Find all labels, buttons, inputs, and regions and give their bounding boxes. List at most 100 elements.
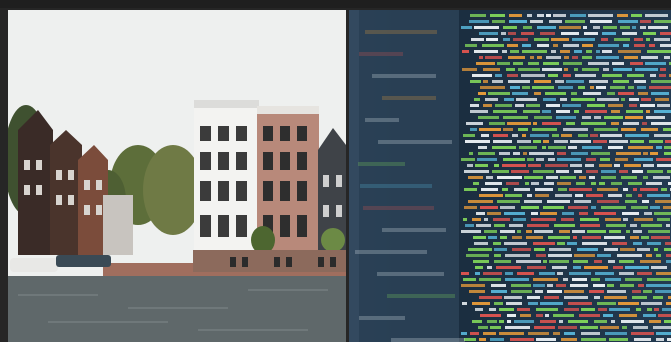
code-token	[493, 218, 510, 221]
code-token	[559, 230, 570, 233]
code-token	[537, 44, 549, 47]
code-token	[555, 80, 564, 83]
code-token	[666, 224, 670, 227]
code-token	[629, 104, 637, 107]
code-token	[656, 272, 671, 275]
code-token	[587, 230, 606, 233]
code-token	[507, 74, 518, 77]
code-token	[632, 170, 643, 173]
code-token	[589, 290, 604, 293]
code-token	[650, 206, 660, 209]
code-token	[524, 176, 543, 179]
code-token	[537, 56, 542, 59]
code-token	[473, 182, 479, 185]
code-token	[630, 236, 639, 239]
code-token	[625, 200, 637, 203]
code-token	[548, 146, 566, 149]
code-token	[626, 110, 643, 113]
code-token	[631, 14, 642, 17]
code-token	[512, 134, 518, 137]
code-token	[475, 272, 480, 275]
code-token	[470, 14, 486, 17]
code-token	[493, 242, 501, 245]
code-token	[478, 146, 487, 149]
code-token	[467, 164, 473, 167]
code-token	[547, 200, 570, 203]
code-token	[494, 164, 499, 167]
code-token	[553, 14, 566, 17]
code-token	[488, 236, 497, 239]
code-token	[580, 224, 600, 227]
code-token	[542, 122, 561, 125]
code-token	[605, 278, 621, 281]
code-token	[635, 68, 658, 71]
code-token	[605, 332, 627, 335]
code-token	[649, 320, 661, 323]
code-token	[579, 314, 600, 317]
code-token	[543, 206, 564, 209]
code-token	[534, 80, 551, 83]
code-token	[524, 200, 542, 203]
code-token	[611, 320, 615, 323]
code-token	[624, 164, 641, 167]
code-token	[532, 86, 554, 89]
code-token	[657, 218, 670, 221]
code-token	[516, 260, 541, 263]
code-token	[573, 260, 588, 263]
code-token	[612, 242, 627, 245]
code-token	[632, 26, 636, 29]
code-token	[513, 62, 523, 65]
code-token	[507, 320, 511, 323]
code-token	[625, 278, 642, 281]
code-token	[547, 290, 562, 293]
code-token	[536, 254, 546, 257]
code-token	[542, 146, 546, 149]
code-token	[666, 260, 671, 263]
code-token	[514, 188, 530, 191]
code-token	[640, 20, 651, 23]
code-token	[487, 320, 497, 323]
code-token	[508, 80, 530, 83]
code-token	[521, 32, 534, 35]
code-token	[609, 230, 621, 233]
code-token	[564, 290, 584, 293]
code-token	[621, 98, 625, 101]
code-token	[519, 146, 537, 149]
code-token	[469, 290, 485, 293]
code-token	[570, 164, 582, 167]
code-token	[476, 212, 485, 215]
code-token	[462, 50, 469, 53]
code-token	[546, 104, 560, 107]
code-token	[535, 188, 553, 191]
code-token	[530, 134, 549, 137]
code-token	[504, 98, 514, 101]
code-token	[631, 332, 654, 335]
code-token	[633, 188, 637, 191]
code-token	[655, 200, 671, 203]
code-token	[502, 188, 508, 191]
code-token	[589, 80, 608, 83]
code-token	[648, 230, 670, 233]
code-token	[514, 320, 534, 323]
code-token	[568, 206, 588, 209]
code-token	[571, 92, 577, 95]
blurred-token	[382, 96, 436, 100]
code-token	[559, 320, 563, 323]
code-token	[594, 260, 602, 263]
blurred-token	[363, 206, 434, 210]
code-token	[611, 110, 620, 113]
code-token	[553, 44, 558, 47]
code-token	[586, 158, 596, 161]
code-token	[527, 14, 532, 17]
code-token	[574, 170, 582, 173]
code-token	[633, 242, 642, 245]
code-token	[548, 254, 572, 257]
code-token	[511, 290, 532, 293]
code-token	[581, 122, 606, 125]
code-token	[461, 230, 481, 233]
code-token	[574, 110, 579, 113]
code-token	[537, 26, 556, 29]
code-token	[490, 338, 504, 341]
code-token	[647, 170, 663, 173]
code-token	[461, 284, 485, 287]
